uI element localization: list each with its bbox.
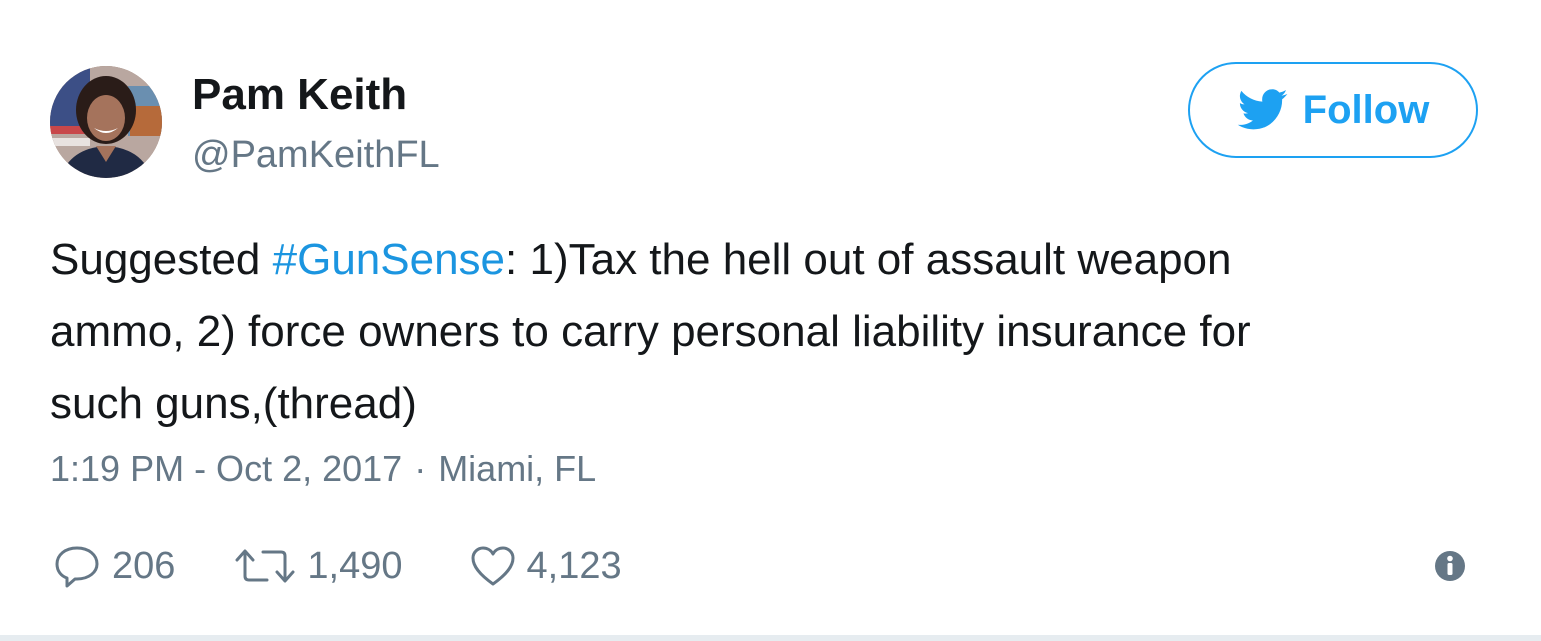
tweet-text-line-1: Suggested #GunSense: 1)Tax the hell out … [50,224,1490,296]
avatar[interactable] [50,66,162,178]
info-circle-icon[interactable] [1434,550,1466,582]
follow-button[interactable]: Follow [1188,62,1478,158]
like-count: 4,123 [526,544,622,587]
tweet-card: Pam Keith @PamKeithFL Follow Suggested #… [0,0,1541,641]
like-button[interactable]: 4,123 [469,544,622,588]
meta-separator: · [414,448,427,489]
info-glyph [1435,551,1465,581]
reply-count: 206 [112,544,176,587]
card-bottom-border [0,635,1541,641]
retweet-button[interactable]: 1,490 [233,544,403,588]
reply-button[interactable]: 206 [52,544,175,588]
tweet-meta: 1:19 PM - Oct 2, 2017 · Miami, FL [50,448,596,490]
twitter-bird-icon [1237,89,1288,130]
speech-bubble-icon [55,546,99,588]
tweet-text-line-2: ammo, 2) force owners to carry personal … [50,307,1251,356]
author-handle[interactable]: @PamKeithFL [192,134,440,177]
retweet-count: 1,490 [307,544,403,587]
tweet-text-line-3: such guns,(thread) [50,379,417,428]
retweet-arrows-icon [235,549,295,583]
tweet-text-line1-rest: : 1)Tax the hell out of assault weapon [505,235,1232,284]
avatar-photo [50,66,162,178]
tweet-text: Suggested #GunSense: 1)Tax the hell out … [50,224,1490,440]
follow-label: Follow [1302,87,1430,132]
timestamp-link[interactable]: 1:19 PM - Oct 2, 2017 [50,448,402,489]
heart-icon [471,546,514,586]
hashtag-link[interactable]: #GunSense [273,235,505,284]
tweet-actions: 206 1,490 4,123 [52,536,622,596]
tweet-text-prefix: Suggested [50,235,273,284]
location-link[interactable]: Miami, FL [438,448,596,489]
author-name[interactable]: Pam Keith [192,70,407,120]
